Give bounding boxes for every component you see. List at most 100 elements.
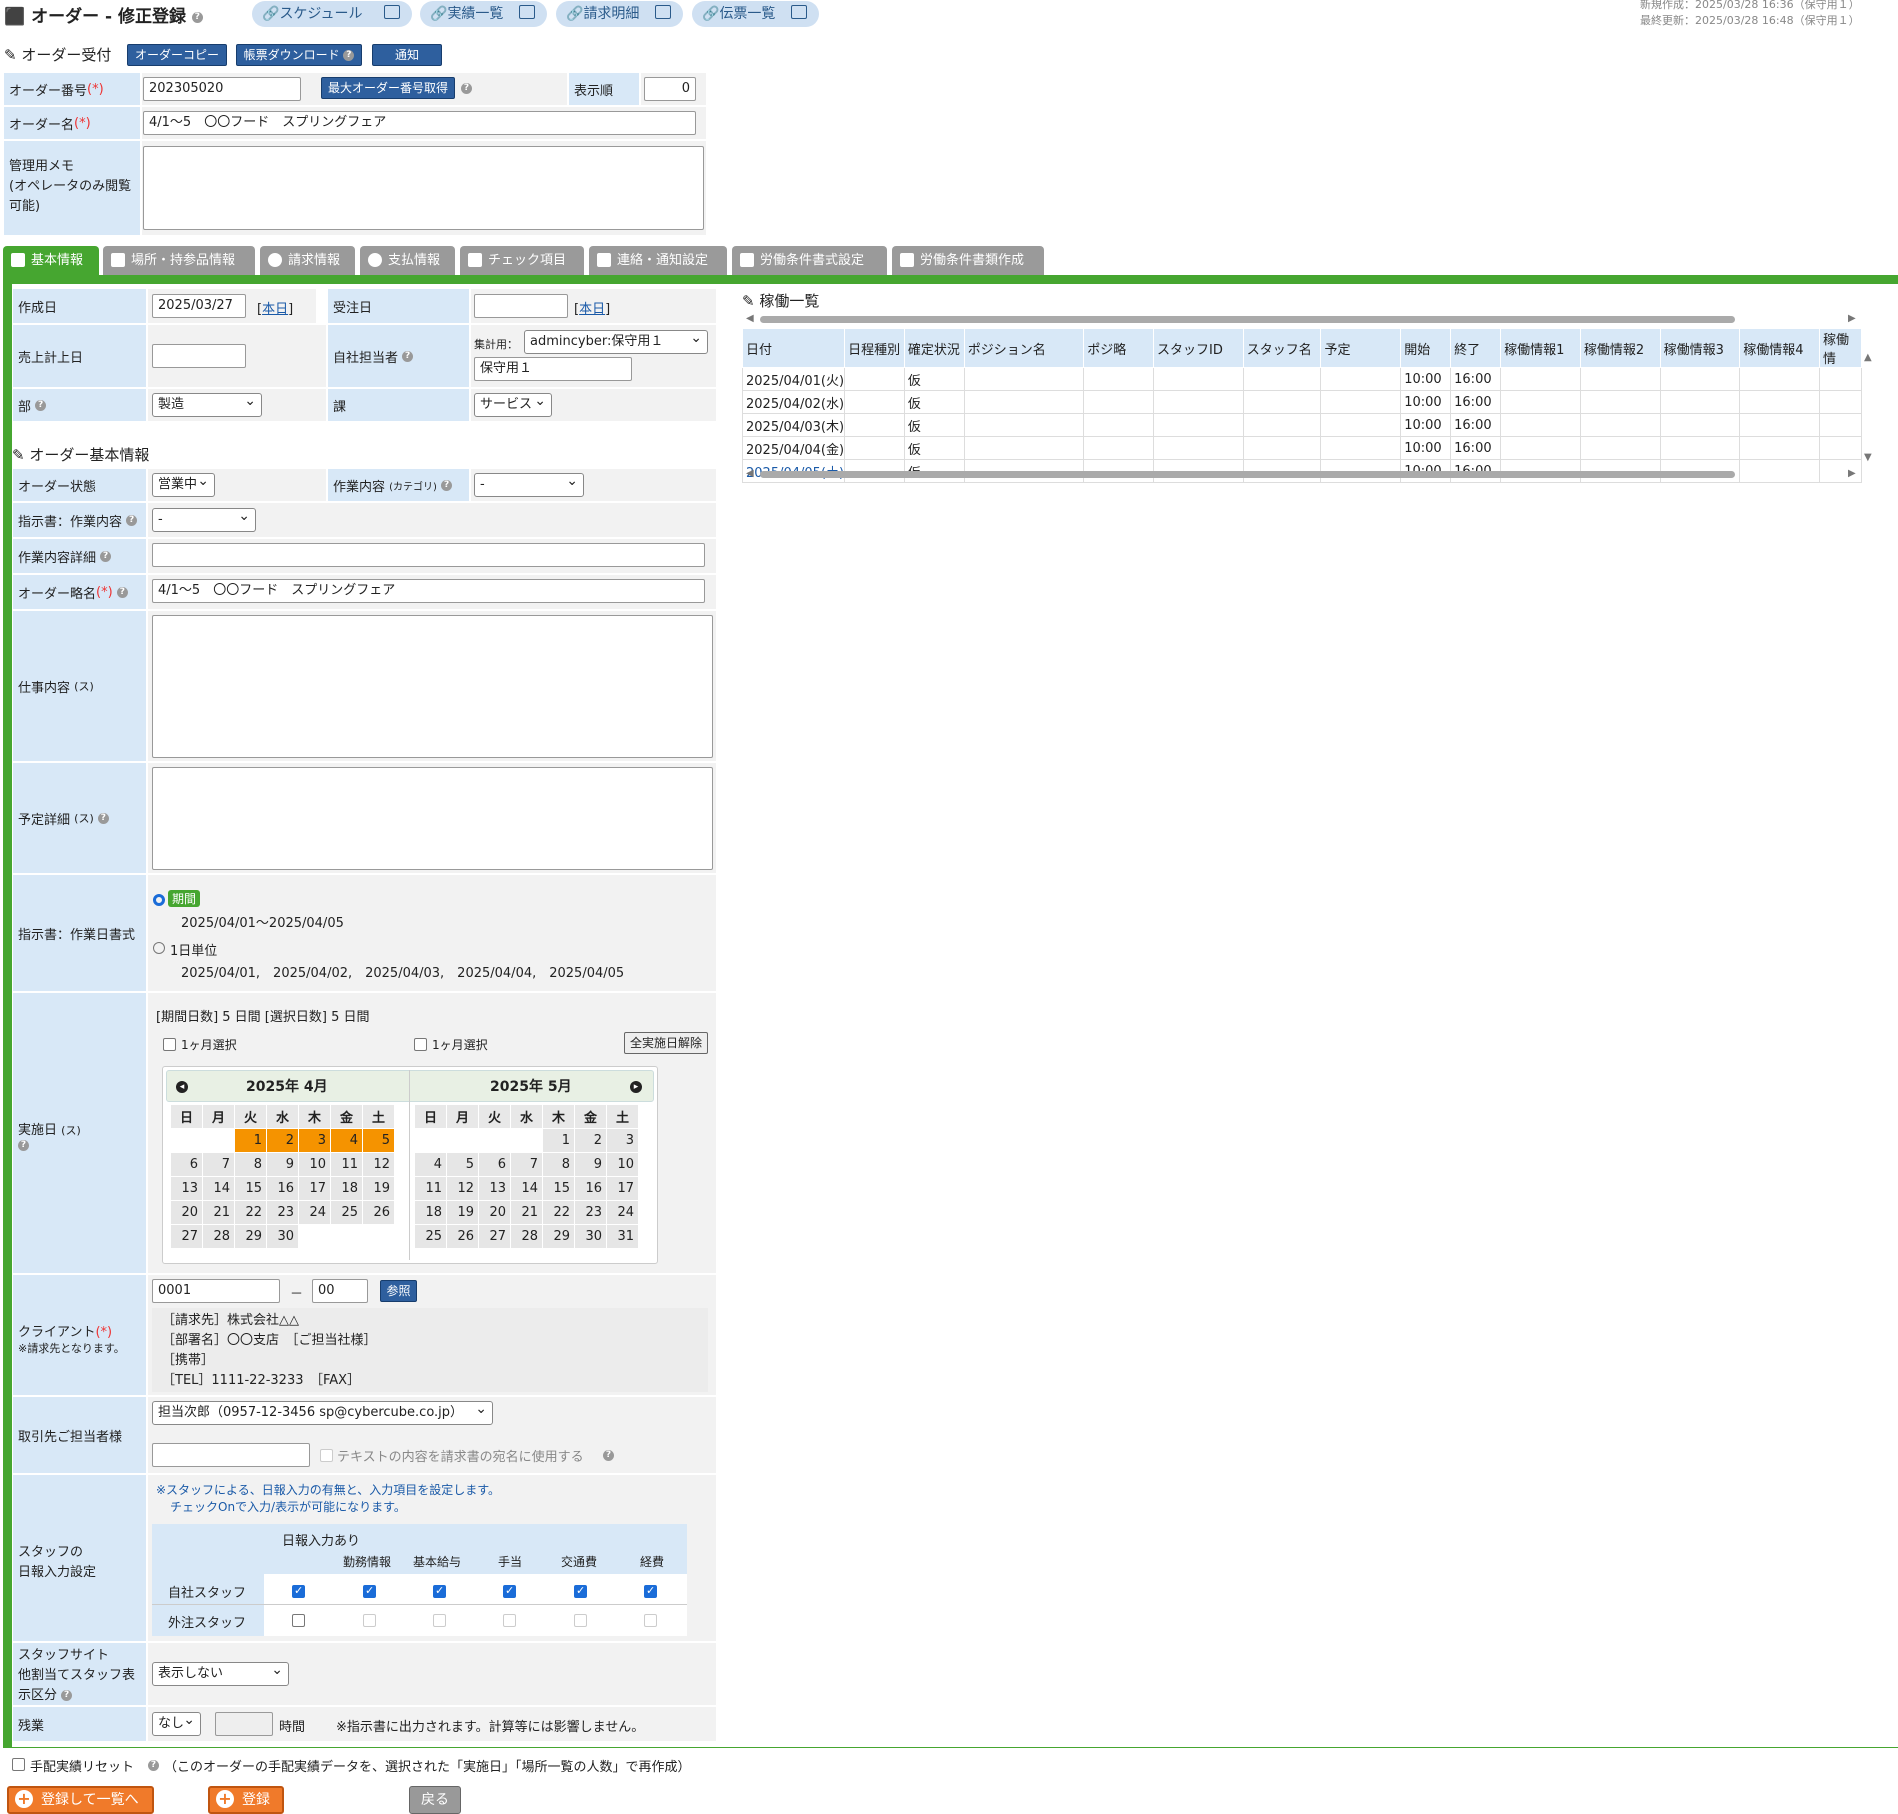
tab-location[interactable]: 場所・持参品情報 (103, 246, 255, 275)
order-number-input[interactable]: 202305020 (143, 77, 301, 101)
h-scrollbar-top[interactable] (760, 316, 1735, 323)
day-cell[interactable]: 2 (266, 1128, 299, 1153)
dollar-icon (268, 253, 282, 267)
tab-basic-info[interactable]: 基本情報 (3, 246, 99, 275)
tab-labor-format[interactable]: 労働条件書式設定 (732, 246, 887, 275)
table-cell (1320, 390, 1402, 414)
nav-results[interactable]: 🔗実績一覧 (420, 1, 547, 27)
received-date-input[interactable] (474, 294, 568, 318)
order-name-input[interactable]: 4/1～5 〇〇フード スプリングフェア (143, 111, 696, 135)
created-date-input[interactable]: 2025/03/27 (152, 294, 246, 318)
own-expense-checkbox[interactable] (644, 1584, 657, 1598)
plan-textarea[interactable] (152, 767, 713, 870)
overtime-select[interactable]: なし (152, 1712, 201, 1736)
tab-payment[interactable]: 支払情報 (360, 246, 455, 275)
period-radio[interactable] (153, 894, 165, 906)
inst-select[interactable]: - (152, 508, 256, 532)
tab-labor-documents[interactable]: 労働条件書類作成 (892, 246, 1044, 275)
display-order-input[interactable]: 0 (644, 77, 696, 101)
table-row[interactable]: 2025/04/04(金) 仮 10:00 16:00 (741, 436, 1862, 460)
table-cell: 10:00 (1400, 436, 1452, 460)
own-salary-checkbox[interactable] (433, 1584, 446, 1598)
month-select-checkbox-april[interactable] (163, 1038, 176, 1051)
nav-schedule[interactable]: 🔗スケジュール (252, 1, 412, 27)
nav-vouchers[interactable]: 🔗伝票一覧 (692, 1, 819, 27)
ext-expense-checkbox[interactable] (644, 1614, 657, 1627)
updated-info: 最終更新：2025/03/28 16:48（保守用１） (1640, 14, 1860, 27)
ext-transport-checkbox[interactable] (574, 1614, 587, 1627)
day-cell[interactable]: 1 (234, 1128, 267, 1153)
detail-input[interactable] (152, 543, 705, 567)
ext-work-checkbox[interactable] (363, 1614, 376, 1627)
own-transport-checkbox[interactable] (574, 1584, 587, 1598)
day-cell[interactable]: 3 (298, 1128, 331, 1153)
order-copy-button[interactable]: オーダーコピー (127, 44, 227, 66)
table-cell (1083, 367, 1155, 391)
site-select[interactable]: 表示しない (152, 1662, 289, 1686)
contact-select[interactable]: 担当次郎（0957-12-3456 sp@cybercube.co.jp） (152, 1401, 493, 1425)
tab-billing[interactable]: 請求情報 (260, 246, 355, 275)
status-select[interactable]: 営業中 (152, 473, 215, 497)
dept-select[interactable]: 製造 (152, 393, 262, 417)
table-cell (1819, 436, 1862, 460)
created-info: 新規作成：2025/03/28 16:36（保守用１） (1640, 0, 1860, 11)
contact-text-input[interactable] (152, 1443, 310, 1467)
help-icon[interactable]: ? (148, 1760, 159, 1771)
memo-textarea[interactable] (143, 146, 704, 230)
work-select[interactable]: - (474, 473, 584, 497)
tab-check-items[interactable]: チェック項目 (460, 246, 584, 275)
short-name-input[interactable]: 4/1～5 〇〇フード スプリングフェア (152, 579, 705, 603)
table-row[interactable]: 2025/04/02(水) 仮 10:00 16:00 (741, 390, 1862, 414)
created-date-label: 作成日 (12, 288, 147, 324)
download-button[interactable]: 帳票ダウンロード ? (236, 44, 362, 66)
help-icon[interactable]: ? (191, 11, 203, 23)
client-subcode-input[interactable]: 00 (312, 1279, 368, 1303)
table-cell: 16:00 (1450, 413, 1502, 437)
edit-icon (111, 253, 125, 267)
ext-allowance-checkbox[interactable] (503, 1614, 516, 1627)
date-format-label: 指示書：作業日書式 (12, 874, 147, 992)
section-select[interactable]: サービス (474, 393, 552, 417)
table-cell (1320, 436, 1402, 460)
today-link[interactable]: 本日 (262, 302, 288, 317)
edit-icon (468, 253, 482, 267)
table-cell (844, 436, 905, 460)
order-info-title: ✎ オーダー基本情報 (12, 446, 150, 464)
own-allowance-checkbox[interactable] (503, 1584, 516, 1598)
help-icon[interactable]: ? (461, 83, 472, 94)
table-row[interactable]: 2025/04/03(木) 仮 10:00 16:00 (741, 413, 1862, 437)
day-cell[interactable]: 5 (362, 1128, 395, 1153)
max-order-number-button[interactable]: 最大オーダー番号取得 (321, 77, 455, 99)
prev-month-icon[interactable]: ◂ (176, 1081, 188, 1093)
client-code-input[interactable]: 0001 (152, 1279, 280, 1303)
reset-checkbox[interactable] (12, 1758, 25, 1771)
table-cell: 仮 (903, 436, 965, 460)
next-month-icon[interactable]: ▸ (630, 1081, 642, 1093)
client-ref-button[interactable]: 参照 (380, 1280, 417, 1302)
use-text-checkbox[interactable] (320, 1449, 333, 1462)
overtime-label: 残業 (12, 1706, 147, 1742)
sales-date-label: 売上計上日 (12, 324, 147, 388)
ext-report-checkbox[interactable] (292, 1614, 305, 1627)
h-scrollbar-bottom[interactable] (760, 471, 1735, 478)
table-row[interactable]: 2025/04/01(火) 仮 10:00 16:00 (741, 367, 1862, 391)
today-link-2[interactable]: 本日 (579, 302, 605, 317)
staff-name-input[interactable]: 保守用１ (474, 357, 632, 381)
staff-select[interactable]: admincyber:保守用１ (524, 330, 708, 354)
own-report-checkbox[interactable] (292, 1584, 305, 1598)
table-cell: 16:00 (1450, 390, 1502, 414)
job-textarea[interactable] (152, 615, 713, 758)
tab-notifications[interactable]: 連絡・通知設定 (589, 246, 727, 275)
month-select-checkbox-may[interactable] (414, 1038, 427, 1051)
clear-days-button[interactable]: 全実施日解除 (624, 1032, 708, 1054)
own-work-checkbox[interactable] (363, 1584, 376, 1598)
help-icon[interactable]: ? (603, 1450, 614, 1461)
day-cell[interactable]: 4 (330, 1128, 363, 1153)
notify-button[interactable]: 通知 (372, 44, 442, 66)
sales-date-input[interactable] (152, 344, 246, 368)
ext-salary-checkbox[interactable] (433, 1614, 446, 1627)
nav-billing[interactable]: 🔗請求明細 (556, 1, 683, 27)
impl-date-label: 実施日 (ス)? (12, 992, 147, 1274)
overtime-hours-input[interactable] (215, 1712, 273, 1736)
daily-radio[interactable] (153, 942, 165, 954)
